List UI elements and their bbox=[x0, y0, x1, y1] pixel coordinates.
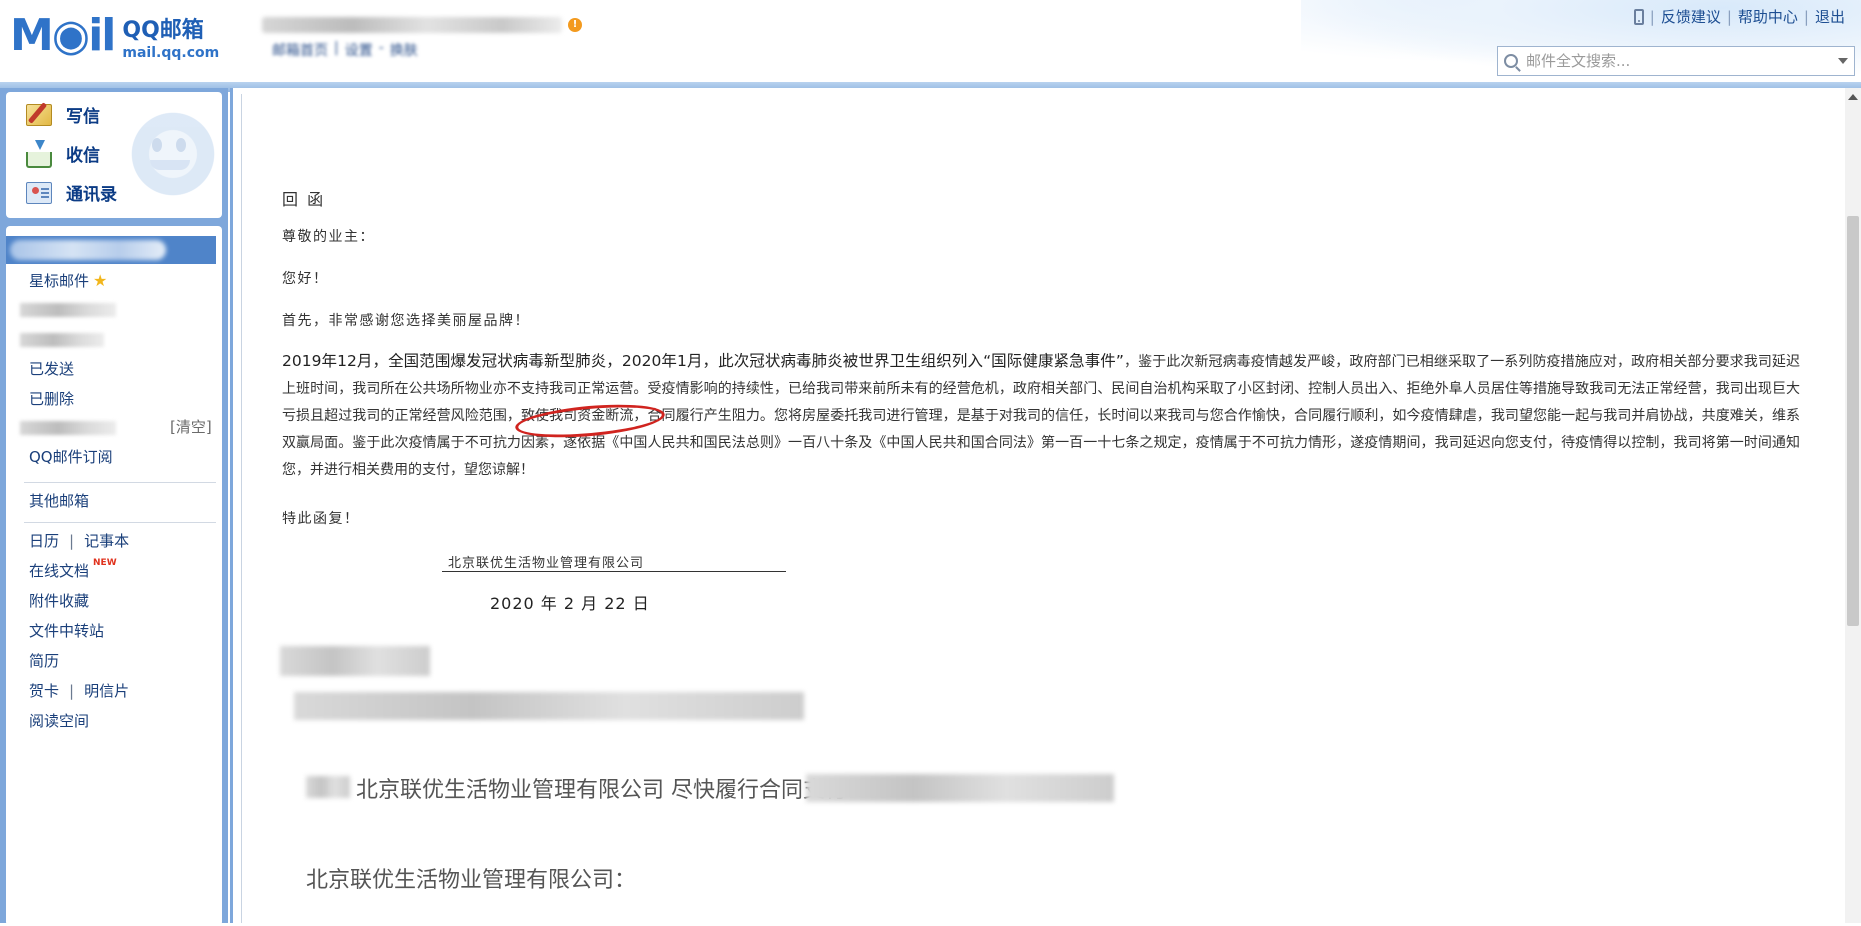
sidebar-item-redacted[interactable] bbox=[20, 421, 116, 435]
letter-body: 2019年12月，全国范围爆发冠状病毒新型肺炎，2020年1月，此次冠状病毒肺炎… bbox=[282, 348, 1800, 484]
scroll-up-icon[interactable] bbox=[1848, 94, 1858, 100]
logo-name: QQ邮箱 bbox=[122, 18, 204, 43]
sidebar-item-calendar-notebook: 日历 | 记事本 bbox=[29, 530, 130, 551]
mobile-phone-icon[interactable] bbox=[1633, 8, 1644, 25]
subnav-settings-link[interactable]: 设置 bbox=[345, 40, 373, 60]
sidebar-item-starred[interactable]: 星标邮件 ★ bbox=[29, 270, 107, 291]
folder-list: 星标邮件 ★ 已发送 已删除 [清空] QQ邮件订阅 其他邮箱 日历 | 记事本 在线… bbox=[6, 226, 222, 926]
compose-icon bbox=[26, 103, 52, 126]
new-badge: NEW bbox=[93, 557, 117, 568]
inbox-label-redacted bbox=[10, 240, 166, 260]
account-name-redacted bbox=[262, 17, 562, 33]
logo-mail-wordmark: M◉il bbox=[10, 10, 116, 61]
text-redacted bbox=[294, 692, 804, 720]
sidebar-divider bbox=[24, 522, 216, 523]
sidebar-item-attachments[interactable]: 附件收藏 bbox=[29, 590, 89, 611]
alert-icon[interactable]: ! bbox=[568, 18, 582, 32]
scroll-thumb[interactable] bbox=[1847, 216, 1859, 626]
sidebar-item-deleted[interactable]: 已删除 bbox=[29, 388, 74, 409]
sidebar-item-reading-space[interactable]: 阅读空间 bbox=[29, 710, 89, 731]
top-header: M◉il QQ邮箱 mail.qq.com ! 邮箱首页 | 设置 - 换肤 |… bbox=[0, 0, 1861, 88]
sidebar-item-file-transfer[interactable]: 文件中转站 bbox=[29, 620, 104, 641]
letter-company: 北京联优生活物业管理有限公司 bbox=[442, 552, 786, 572]
search-icon[interactable] bbox=[1504, 54, 1518, 68]
sidebar-item-redacted[interactable] bbox=[20, 333, 104, 347]
sidebar-item-sent[interactable]: 已发送 bbox=[29, 358, 74, 379]
sidebar: 写信 收信 通讯录 星标邮件 ★ 已发送 已删除 [清空] QQ邮件订阅 其他邮箱… bbox=[0, 88, 228, 926]
reply-line-1: 北京联优生活物业管理有限公司 尽快履行合同支付 bbox=[356, 778, 847, 803]
greeting-card-link[interactable]: 贺卡 bbox=[29, 680, 59, 701]
subnav-home-link[interactable]: 邮箱首页 bbox=[272, 40, 328, 60]
qq-penguin-decoration bbox=[120, 112, 222, 212]
chevron-down-icon[interactable] bbox=[1838, 58, 1848, 64]
reply-line-2: 北京联优生活物业管理有限公司： bbox=[306, 868, 637, 893]
check-mail-button[interactable]: 收信 bbox=[26, 139, 100, 168]
top-links: | 反馈建议 | 帮助中心 | 退出 bbox=[1633, 6, 1845, 27]
search-box bbox=[1497, 46, 1855, 76]
clear-trash-link[interactable]: [清空] bbox=[170, 416, 212, 437]
notebook-link[interactable]: 记事本 bbox=[84, 530, 129, 551]
compose-label: 写信 bbox=[66, 107, 100, 127]
sidebar-item-resume[interactable]: 简历 bbox=[29, 650, 59, 671]
contacts-button[interactable]: 通讯录 bbox=[26, 180, 117, 205]
letter-date: 2020 年 2 月 22 日 bbox=[490, 594, 650, 613]
text-redacted bbox=[806, 774, 1114, 802]
help-center-link[interactable]: 帮助中心 bbox=[1738, 6, 1798, 27]
mail-content-frame: 回 函 尊敬的业主： 您好！ 首先，非常感谢您选择美丽屋品牌！ 2019年12月… bbox=[230, 88, 1861, 923]
inbox-icon bbox=[26, 139, 52, 168]
circled-phrase: 致使我司资金断流， bbox=[513, 399, 666, 443]
scrollbar[interactable] bbox=[1845, 88, 1861, 923]
feedback-link[interactable]: 反馈建议 bbox=[1661, 6, 1721, 27]
logo-domain: mail.qq.com bbox=[122, 45, 220, 61]
subnav: 邮箱首页 | 设置 - 换肤 bbox=[272, 40, 418, 60]
mail-body: 回 函 尊敬的业主： 您好！ 首先，非常感谢您选择美丽屋品牌！ 2019年12月… bbox=[241, 94, 1845, 923]
sidebar-item-subscription[interactable]: QQ邮件订阅 bbox=[29, 446, 113, 467]
sidebar-item-cards: 贺卡 | 明信片 bbox=[29, 680, 130, 701]
contacts-label: 通讯录 bbox=[66, 185, 117, 205]
sidebar-item-other-mailbox[interactable]: 其他邮箱 bbox=[29, 490, 89, 511]
letter-greeting: 尊敬的业主： bbox=[282, 229, 375, 245]
contacts-icon bbox=[26, 181, 52, 204]
sidebar-item-redacted[interactable] bbox=[20, 303, 116, 317]
search-input[interactable] bbox=[1526, 52, 1834, 70]
subnav-skin-link[interactable]: 换肤 bbox=[390, 40, 418, 60]
letter-hello: 您好！ bbox=[282, 271, 329, 287]
sidebar-item-online-docs[interactable]: 在线文档 NEW bbox=[29, 557, 117, 581]
sidebar-divider bbox=[24, 482, 216, 483]
sender-redacted bbox=[280, 646, 430, 676]
quick-actions-panel: 写信 收信 通讯录 bbox=[6, 92, 222, 218]
check-mail-label: 收信 bbox=[66, 146, 100, 166]
letter-thanks: 首先，非常感谢您选择美丽屋品牌！ bbox=[282, 313, 530, 329]
postcard-link[interactable]: 明信片 bbox=[84, 680, 129, 701]
compose-button[interactable]: 写信 bbox=[26, 102, 100, 127]
letter-body-lead: 2019年12月，全国范围爆发冠状病毒新型肺炎，2020年1月，此次冠状病毒肺炎… bbox=[282, 352, 1124, 370]
qq-mail-logo[interactable]: M◉il QQ邮箱 mail.qq.com bbox=[10, 10, 220, 61]
letter-title: 回 函 bbox=[282, 190, 326, 209]
letter-closing: 特此函复！ bbox=[282, 511, 360, 527]
star-icon: ★ bbox=[93, 271, 108, 290]
calendar-link[interactable]: 日历 bbox=[29, 530, 59, 551]
text-redacted bbox=[306, 776, 350, 798]
logout-link[interactable]: 退出 bbox=[1815, 6, 1845, 27]
